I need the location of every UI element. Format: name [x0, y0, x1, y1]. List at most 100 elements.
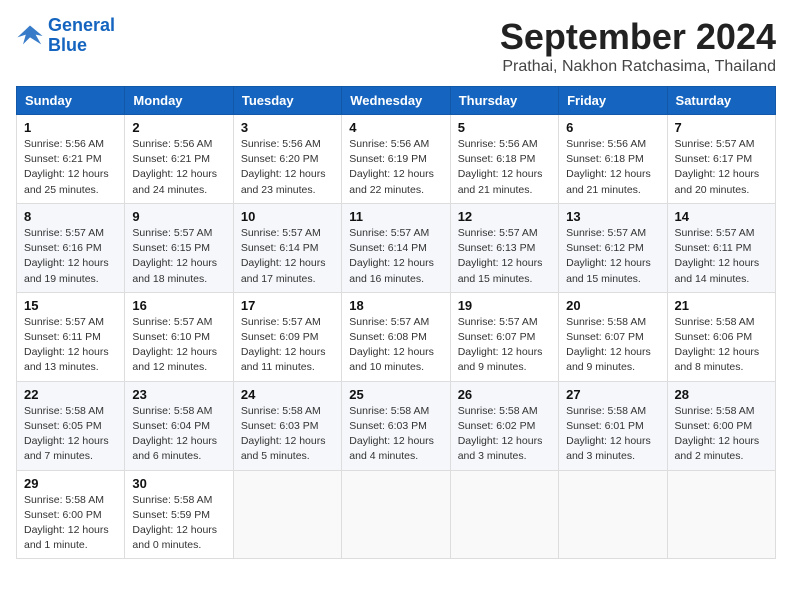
calendar-table: Sunday Monday Tuesday Wednesday Thursday… [16, 86, 776, 559]
day-detail: Sunrise: 5:58 AM Sunset: 6:05 PM Dayligh… [24, 404, 117, 465]
day-number: 17 [241, 298, 334, 313]
day-detail: Sunrise: 5:57 AM Sunset: 6:14 PM Dayligh… [349, 226, 442, 287]
table-row: 23 Sunrise: 5:58 AM Sunset: 6:04 PM Dayl… [125, 381, 233, 470]
day-detail: Sunrise: 5:57 AM Sunset: 6:14 PM Dayligh… [241, 226, 334, 287]
logo-icon [16, 22, 44, 50]
day-detail: Sunrise: 5:58 AM Sunset: 6:02 PM Dayligh… [458, 404, 551, 465]
day-detail: Sunrise: 5:57 AM Sunset: 6:09 PM Dayligh… [241, 315, 334, 376]
day-number: 18 [349, 298, 442, 313]
day-number: 21 [675, 298, 768, 313]
table-row [233, 470, 341, 559]
table-row: 9 Sunrise: 5:57 AM Sunset: 6:15 PM Dayli… [125, 203, 233, 292]
calendar-week-row: 15 Sunrise: 5:57 AM Sunset: 6:11 PM Dayl… [17, 292, 776, 381]
day-number: 5 [458, 120, 551, 135]
day-detail: Sunrise: 5:57 AM Sunset: 6:07 PM Dayligh… [458, 315, 551, 376]
table-row: 29 Sunrise: 5:58 AM Sunset: 6:00 PM Dayl… [17, 470, 125, 559]
calendar-week-row: 29 Sunrise: 5:58 AM Sunset: 6:00 PM Dayl… [17, 470, 776, 559]
table-row: 2 Sunrise: 5:56 AM Sunset: 6:21 PM Dayli… [125, 115, 233, 204]
table-row: 7 Sunrise: 5:57 AM Sunset: 6:17 PM Dayli… [667, 115, 775, 204]
calendar-week-row: 8 Sunrise: 5:57 AM Sunset: 6:16 PM Dayli… [17, 203, 776, 292]
table-row: 28 Sunrise: 5:58 AM Sunset: 6:00 PM Dayl… [667, 381, 775, 470]
table-row: 25 Sunrise: 5:58 AM Sunset: 6:03 PM Dayl… [342, 381, 450, 470]
table-row: 16 Sunrise: 5:57 AM Sunset: 6:10 PM Dayl… [125, 292, 233, 381]
col-tuesday: Tuesday [233, 87, 341, 115]
day-number: 6 [566, 120, 659, 135]
day-number: 26 [458, 387, 551, 402]
table-row: 18 Sunrise: 5:57 AM Sunset: 6:08 PM Dayl… [342, 292, 450, 381]
table-row: 5 Sunrise: 5:56 AM Sunset: 6:18 PM Dayli… [450, 115, 558, 204]
table-row: 21 Sunrise: 5:58 AM Sunset: 6:06 PM Dayl… [667, 292, 775, 381]
table-row: 6 Sunrise: 5:56 AM Sunset: 6:18 PM Dayli… [559, 115, 667, 204]
col-sunday: Sunday [17, 87, 125, 115]
location-subtitle: Prathai, Nakhon Ratchasima, Thailand [500, 58, 776, 76]
table-row: 27 Sunrise: 5:58 AM Sunset: 6:01 PM Dayl… [559, 381, 667, 470]
month-title: September 2024 [500, 16, 776, 58]
day-number: 8 [24, 209, 117, 224]
day-number: 20 [566, 298, 659, 313]
day-detail: Sunrise: 5:57 AM Sunset: 6:17 PM Dayligh… [675, 137, 768, 198]
day-detail: Sunrise: 5:57 AM Sunset: 6:15 PM Dayligh… [132, 226, 225, 287]
day-number: 28 [675, 387, 768, 402]
day-detail: Sunrise: 5:58 AM Sunset: 6:07 PM Dayligh… [566, 315, 659, 376]
day-detail: Sunrise: 5:58 AM Sunset: 6:00 PM Dayligh… [675, 404, 768, 465]
day-number: 14 [675, 209, 768, 224]
day-detail: Sunrise: 5:58 AM Sunset: 6:03 PM Dayligh… [241, 404, 334, 465]
table-row: 20 Sunrise: 5:58 AM Sunset: 6:07 PM Dayl… [559, 292, 667, 381]
logo: General Blue [16, 16, 115, 56]
table-row: 17 Sunrise: 5:57 AM Sunset: 6:09 PM Dayl… [233, 292, 341, 381]
col-saturday: Saturday [667, 87, 775, 115]
day-detail: Sunrise: 5:58 AM Sunset: 6:03 PM Dayligh… [349, 404, 442, 465]
header: General Blue September 2024 Prathai, Nak… [16, 16, 776, 76]
day-detail: Sunrise: 5:57 AM Sunset: 6:13 PM Dayligh… [458, 226, 551, 287]
day-number: 2 [132, 120, 225, 135]
day-detail: Sunrise: 5:58 AM Sunset: 5:59 PM Dayligh… [132, 493, 225, 554]
table-row: 10 Sunrise: 5:57 AM Sunset: 6:14 PM Dayl… [233, 203, 341, 292]
col-thursday: Thursday [450, 87, 558, 115]
table-row: 30 Sunrise: 5:58 AM Sunset: 5:59 PM Dayl… [125, 470, 233, 559]
table-row: 26 Sunrise: 5:58 AM Sunset: 6:02 PM Dayl… [450, 381, 558, 470]
day-detail: Sunrise: 5:58 AM Sunset: 6:06 PM Dayligh… [675, 315, 768, 376]
table-row: 14 Sunrise: 5:57 AM Sunset: 6:11 PM Dayl… [667, 203, 775, 292]
day-number: 4 [349, 120, 442, 135]
day-detail: Sunrise: 5:56 AM Sunset: 6:21 PM Dayligh… [132, 137, 225, 198]
header-row: Sunday Monday Tuesday Wednesday Thursday… [17, 87, 776, 115]
table-row: 19 Sunrise: 5:57 AM Sunset: 6:07 PM Dayl… [450, 292, 558, 381]
day-number: 23 [132, 387, 225, 402]
day-number: 10 [241, 209, 334, 224]
day-number: 15 [24, 298, 117, 313]
calendar-week-row: 22 Sunrise: 5:58 AM Sunset: 6:05 PM Dayl… [17, 381, 776, 470]
day-detail: Sunrise: 5:56 AM Sunset: 6:21 PM Dayligh… [24, 137, 117, 198]
table-row: 24 Sunrise: 5:58 AM Sunset: 6:03 PM Dayl… [233, 381, 341, 470]
day-number: 3 [241, 120, 334, 135]
day-number: 22 [24, 387, 117, 402]
day-detail: Sunrise: 5:58 AM Sunset: 6:04 PM Dayligh… [132, 404, 225, 465]
day-number: 30 [132, 476, 225, 491]
day-number: 19 [458, 298, 551, 313]
table-row: 12 Sunrise: 5:57 AM Sunset: 6:13 PM Dayl… [450, 203, 558, 292]
table-row [559, 470, 667, 559]
table-row: 4 Sunrise: 5:56 AM Sunset: 6:19 PM Dayli… [342, 115, 450, 204]
calendar-week-row: 1 Sunrise: 5:56 AM Sunset: 6:21 PM Dayli… [17, 115, 776, 204]
table-row: 11 Sunrise: 5:57 AM Sunset: 6:14 PM Dayl… [342, 203, 450, 292]
table-row: 8 Sunrise: 5:57 AM Sunset: 6:16 PM Dayli… [17, 203, 125, 292]
day-detail: Sunrise: 5:56 AM Sunset: 6:18 PM Dayligh… [566, 137, 659, 198]
day-detail: Sunrise: 5:57 AM Sunset: 6:16 PM Dayligh… [24, 226, 117, 287]
day-detail: Sunrise: 5:58 AM Sunset: 6:01 PM Dayligh… [566, 404, 659, 465]
day-detail: Sunrise: 5:57 AM Sunset: 6:11 PM Dayligh… [24, 315, 117, 376]
day-number: 11 [349, 209, 442, 224]
day-number: 9 [132, 209, 225, 224]
day-detail: Sunrise: 5:57 AM Sunset: 6:10 PM Dayligh… [132, 315, 225, 376]
title-section: September 2024 Prathai, Nakhon Ratchasim… [500, 16, 776, 76]
col-friday: Friday [559, 87, 667, 115]
day-detail: Sunrise: 5:57 AM Sunset: 6:08 PM Dayligh… [349, 315, 442, 376]
day-number: 25 [349, 387, 442, 402]
table-row: 3 Sunrise: 5:56 AM Sunset: 6:20 PM Dayli… [233, 115, 341, 204]
day-detail: Sunrise: 5:57 AM Sunset: 6:12 PM Dayligh… [566, 226, 659, 287]
col-monday: Monday [125, 87, 233, 115]
day-number: 13 [566, 209, 659, 224]
table-row [342, 470, 450, 559]
day-number: 27 [566, 387, 659, 402]
table-row: 22 Sunrise: 5:58 AM Sunset: 6:05 PM Dayl… [17, 381, 125, 470]
day-detail: Sunrise: 5:56 AM Sunset: 6:20 PM Dayligh… [241, 137, 334, 198]
table-row [450, 470, 558, 559]
